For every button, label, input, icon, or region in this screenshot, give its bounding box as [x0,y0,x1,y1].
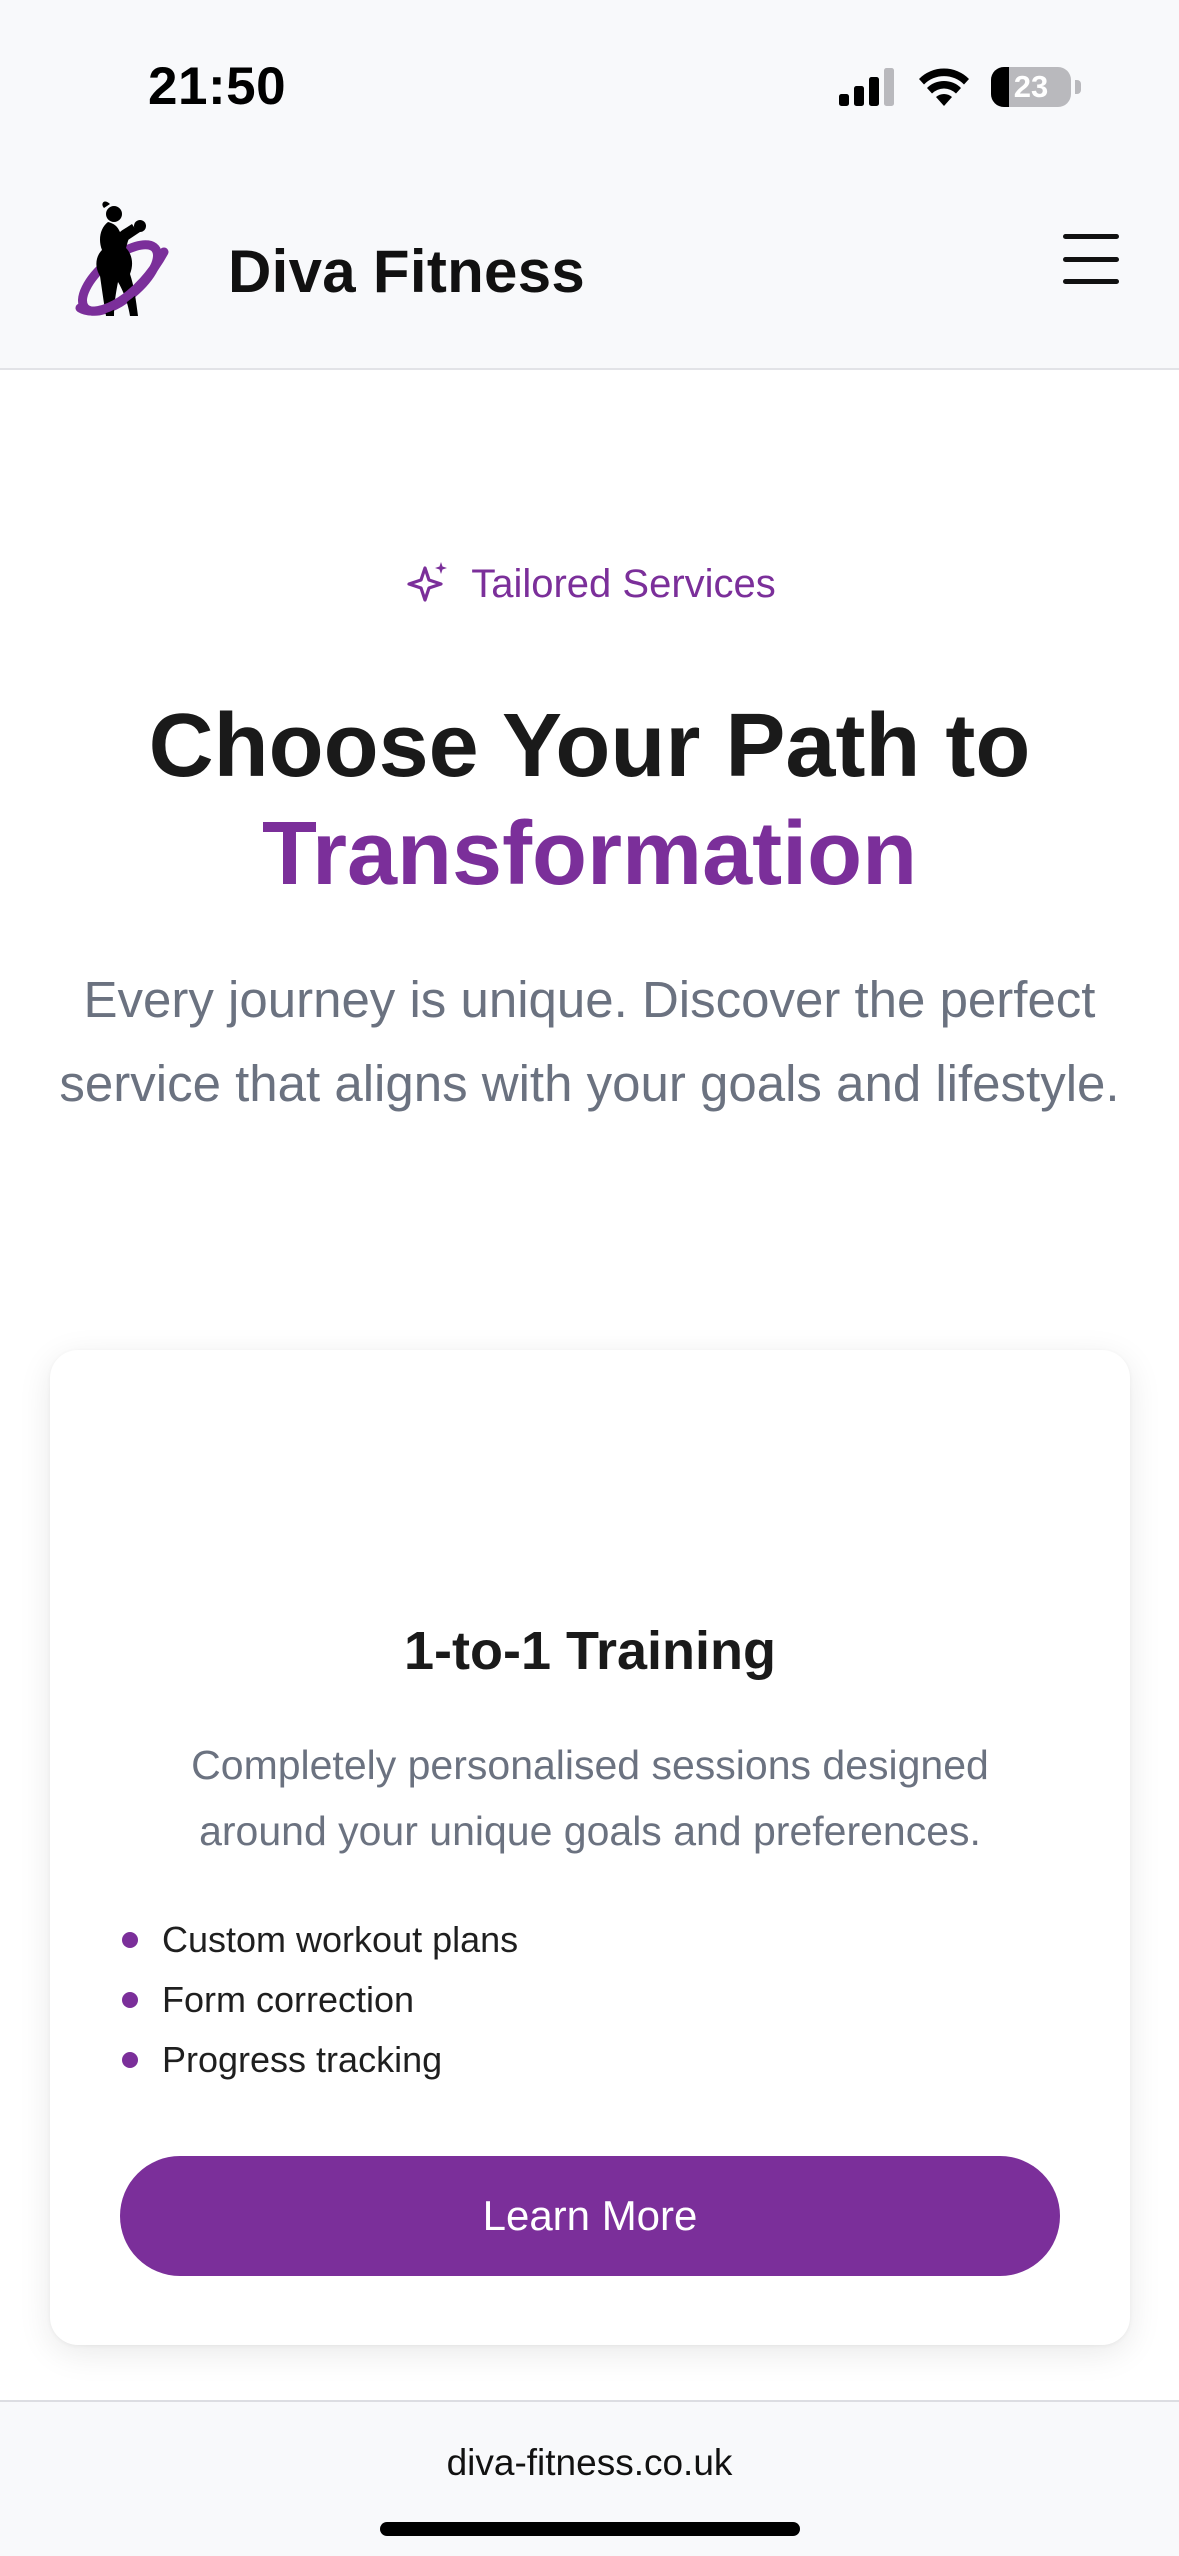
feature-label: Progress tracking [162,2039,443,2080]
wifi-icon [919,68,969,106]
url-text[interactable]: diva-fitness.co.uk [0,2442,1179,2484]
feature-label: Custom workout plans [162,1919,519,1960]
browser-address-bar[interactable]: diva-fitness.co.uk [0,2400,1179,2556]
page-title: Choose Your Path to Transformation [0,692,1179,908]
home-indicator[interactable] [380,2522,800,2536]
list-item: Progress tracking [120,2030,518,2090]
headline-accent: Transformation [261,804,918,904]
menu-line [1063,234,1119,239]
status-bar: 21:50 23 [0,0,1179,170]
list-item: Form correction [120,1970,518,2030]
menu-line [1063,256,1119,262]
hamburger-menu-icon[interactable] [1063,234,1123,284]
diva-fitness-logo[interactable] [70,200,174,328]
status-time: 21:50 [148,57,287,116]
card-description: Completely personalised sessions designe… [191,1742,989,1854]
headline-line-1: Choose Your Path to [148,696,1031,796]
status-icons: 23 [839,64,1081,110]
menu-line [1063,279,1119,284]
battery-icon: 23 [991,67,1071,107]
bullet-dot-icon [122,1932,138,1948]
site-header: Diva Fitness [0,170,1179,370]
service-card: 1-to-1 Training Completely personalised … [50,1350,1130,2345]
cellular-signal-icon [839,68,894,106]
feature-list: Custom workout plans Form correction Pro… [120,1910,518,2090]
section-eyebrow: Tailored Services [0,560,1179,608]
battery-percent: 23 [1013,69,1049,104]
learn-more-button[interactable]: Learn More [120,2156,1060,2276]
brand-name[interactable]: Diva Fitness [228,237,585,306]
sparkle-icon [407,562,448,602]
feature-label: Form correction [162,1979,415,2020]
list-item: Custom workout plans [120,1910,518,1970]
intro-description: Every journey is unique. Discover the pe… [59,971,1120,1112]
bullet-dot-icon [122,1992,138,2008]
eyebrow-label: Tailored Services [471,561,776,606]
card-title: 1-to-1 Training [403,1621,776,1681]
bullet-dot-icon [122,2052,138,2068]
battery-nub [1075,80,1081,94]
